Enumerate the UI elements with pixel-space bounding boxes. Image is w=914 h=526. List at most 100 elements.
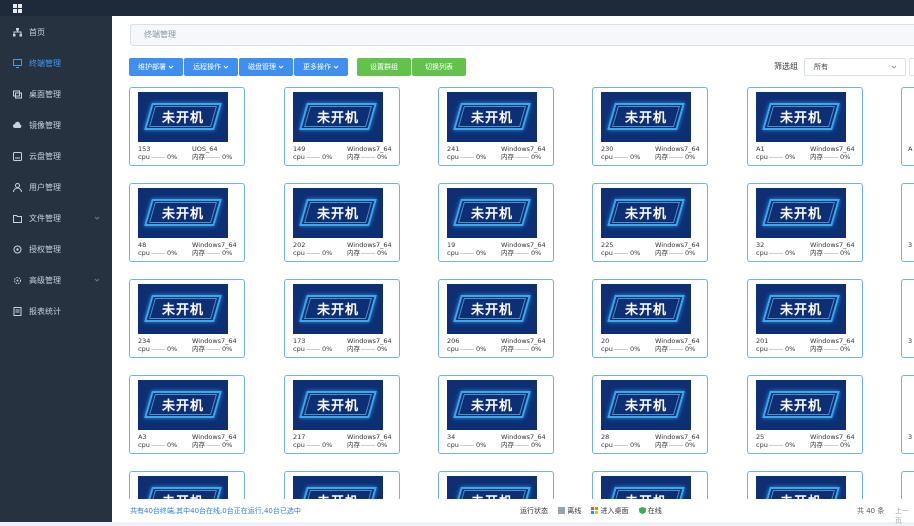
terminal-usage-row: cpu 0% 内存 0% bbox=[447, 249, 553, 257]
terminal-meta-row: 217 Windows7_64 bbox=[293, 433, 399, 441]
terminal-card[interactable]: 未开机 32 Windows7_64 cpu 0% 内存 0% bbox=[747, 183, 863, 262]
filter-label: 筛选组 bbox=[774, 62, 798, 71]
sidebar-item-7[interactable]: 授权管理 bbox=[0, 234, 112, 265]
memory-percent: 0% bbox=[222, 441, 233, 449]
gear-icon bbox=[13, 245, 22, 254]
sidebar-item-2[interactable]: 桌面管理 bbox=[0, 79, 112, 110]
remote-dropdown-button[interactable]: 远程操作 bbox=[184, 58, 238, 76]
terminal-meta-row: 241 Windows7_64 bbox=[447, 145, 553, 153]
terminal-card[interactable]: 未开机 48 Windows7_64 cpu 0% 内存 0% bbox=[129, 183, 245, 262]
terminal-screen-thumbnail: 未开机 bbox=[756, 476, 846, 499]
memory-percent: 0% bbox=[531, 441, 542, 449]
terminal-card-partial[interactable]: 3 bbox=[901, 183, 914, 262]
terminal-name: 201 bbox=[756, 337, 769, 345]
terminal-card[interactable]: 未开机 234 Windows7_64 cpu 0% 内存 0% bbox=[129, 279, 245, 358]
sidebar-item-0[interactable]: 首页 bbox=[0, 17, 112, 48]
terminal-card[interactable]: 未开机 173 Windows7_64 cpu 0% 内存 0% bbox=[284, 279, 400, 358]
terminal-usage-row: cpu 0% 内存 0% bbox=[601, 249, 707, 257]
terminal-card-partial[interactable]: 3 bbox=[901, 279, 914, 358]
terminal-card-partial[interactable]: 3 bbox=[901, 375, 914, 454]
terminal-card-partial[interactable] bbox=[901, 471, 914, 499]
terminal-name: 149 bbox=[293, 145, 306, 153]
memory-percent: 0% bbox=[377, 249, 388, 257]
group-filter-select[interactable]: 所有 bbox=[804, 58, 906, 76]
terminal-usage-row: cpu 0% 内存 0% bbox=[447, 345, 553, 353]
terminal-os: Windows7_64 bbox=[347, 433, 392, 441]
terminal-card[interactable]: 未开机 241 Windows7_64 cpu 0% 内存 0% bbox=[438, 87, 554, 166]
terminal-info: 28 Windows7_64 cpu 0% 内存 0% bbox=[601, 433, 707, 449]
sidebar-item-label: 桌面管理 bbox=[29, 90, 61, 99]
terminal-card[interactable]: 未开机 bbox=[438, 471, 554, 499]
disk-dropdown-button[interactable]: 磁盘管理 bbox=[239, 58, 293, 76]
terminal-card[interactable]: 未开机 153 UOS_64 cpu 0% 内存 0% bbox=[129, 87, 245, 166]
terminal-card[interactable]: 未开机 230 Windows7_64 cpu 0% 内存 0% bbox=[592, 87, 708, 166]
prev-page-button[interactable]: 上一页 bbox=[895, 506, 914, 526]
terminal-os: UOS_64 bbox=[192, 145, 218, 153]
sidebar-item-1[interactable]: 终端管理 bbox=[0, 48, 112, 79]
cpu-usage-bar bbox=[151, 253, 165, 254]
memory-label: 内存 bbox=[810, 345, 823, 353]
terminal-card[interactable]: 未开机 217 Windows7_64 cpu 0% 内存 0% bbox=[284, 375, 400, 454]
terminal-card[interactable]: 未开机 A1 Windows7_64 cpu 0% 内存 0% bbox=[747, 87, 863, 166]
terminal-card[interactable]: 未开机 20 Windows7_64 cpu 0% 内存 0% bbox=[592, 279, 708, 358]
terminal-card[interactable]: 未开机 25 Windows7_64 cpu 0% 内存 0% bbox=[747, 375, 863, 454]
cpu-percent: 0% bbox=[476, 153, 487, 161]
maintenance-dropdown-button[interactable]: 维护部署 bbox=[129, 58, 183, 76]
terminal-card[interactable]: 未开机 149 Windows7_64 cpu 0% 内存 0% bbox=[284, 87, 400, 166]
cpu-usage-bar bbox=[614, 157, 628, 158]
terminal-screen-thumbnail: 未开机 bbox=[601, 92, 691, 142]
terminal-card[interactable]: 未开机 28 Windows7_64 cpu 0% 内存 0% bbox=[592, 375, 708, 454]
terminal-card[interactable]: 未开机 A3 Windows7_64 cpu 0% 内存 0% bbox=[129, 375, 245, 454]
memory-label: 内存 bbox=[501, 249, 514, 257]
terminal-name: 48 bbox=[138, 241, 147, 249]
terminal-card[interactable]: 未开机 34 Windows7_64 cpu 0% 内存 0% bbox=[438, 375, 554, 454]
terminal-meta-row: 28 Windows7_64 bbox=[601, 433, 707, 441]
memory-percent: 0% bbox=[531, 249, 542, 257]
cog-icon bbox=[13, 276, 22, 285]
terminal-name: 234 bbox=[138, 337, 151, 345]
terminal-info: 230 Windows7_64 cpu 0% 内存 0% bbox=[601, 145, 707, 161]
terminal-name: 3 bbox=[908, 433, 913, 441]
cpu-usage-bar bbox=[769, 157, 783, 158]
terminal-card[interactable]: 未开机 202 Windows7_64 cpu 0% 内存 0% bbox=[284, 183, 400, 262]
cpu-percent: 0% bbox=[785, 345, 796, 353]
sidebar-item-label: 镜像管理 bbox=[29, 121, 61, 130]
terminal-card[interactable]: 未开机 225 Windows7_64 cpu 0% 内存 0% bbox=[592, 183, 708, 262]
terminal-card[interactable]: 未开机 201 Windows7_64 cpu 0% 内存 0% bbox=[747, 279, 863, 358]
terminal-card[interactable]: 未开机 206 Windows7_64 cpu 0% 内存 0% bbox=[438, 279, 554, 358]
memory-usage-bar bbox=[206, 157, 220, 158]
more-dropdown-button[interactable]: 更多操作 bbox=[294, 58, 348, 76]
chevron-down-icon bbox=[223, 65, 229, 69]
sidebar-item-9[interactable]: 报表统计 bbox=[0, 296, 112, 327]
set-group-button[interactable]: 设置群组 bbox=[357, 58, 411, 76]
terminal-info: 3 bbox=[908, 433, 914, 441]
memory-percent: 0% bbox=[377, 345, 388, 353]
terminal-name: 19 bbox=[447, 241, 456, 249]
terminal-screen-thumbnail: 未开机 bbox=[138, 188, 228, 238]
filter-input[interactable]: 筛选 bbox=[909, 58, 914, 76]
sidebar-item-4[interactable]: 云盘管理 bbox=[0, 141, 112, 172]
terminal-card[interactable]: 未开机 bbox=[284, 471, 400, 499]
cpu-label: cpu bbox=[756, 441, 768, 449]
memory-usage-bar bbox=[361, 157, 375, 158]
terminal-card-partial[interactable]: A bbox=[901, 87, 914, 166]
sidebar-item-8[interactable]: 高级管理 bbox=[0, 265, 112, 296]
sidebar-item-5[interactable]: 用户管理 bbox=[0, 172, 112, 203]
cpu-label: cpu bbox=[138, 441, 150, 449]
chevron-down-icon bbox=[94, 216, 100, 220]
sidebar-item-3[interactable]: 镜像管理 bbox=[0, 110, 112, 141]
terminal-card[interactable]: 未开机 19 Windows7_64 cpu 0% 内存 0% bbox=[438, 183, 554, 262]
sidebar-item-label: 报表统计 bbox=[29, 307, 61, 316]
cpu-usage-bar bbox=[769, 445, 783, 446]
memory-label: 内存 bbox=[501, 345, 514, 353]
cpu-label: cpu bbox=[293, 345, 305, 353]
switch-list-button[interactable]: 切换列表 bbox=[412, 58, 466, 76]
terminal-screen-thumbnail: 未开机 bbox=[447, 284, 537, 334]
sidebar-item-6[interactable]: 文件管理 bbox=[0, 203, 112, 234]
terminal-card[interactable]: 未开机 bbox=[129, 471, 245, 499]
sitemap-icon bbox=[13, 28, 22, 37]
grid-logo-icon[interactable] bbox=[13, 4, 22, 13]
terminal-card[interactable]: 未开机 bbox=[592, 471, 708, 499]
terminal-card[interactable]: 未开机 bbox=[747, 471, 863, 499]
terminal-info: 241 Windows7_64 cpu 0% 内存 0% bbox=[447, 145, 553, 161]
